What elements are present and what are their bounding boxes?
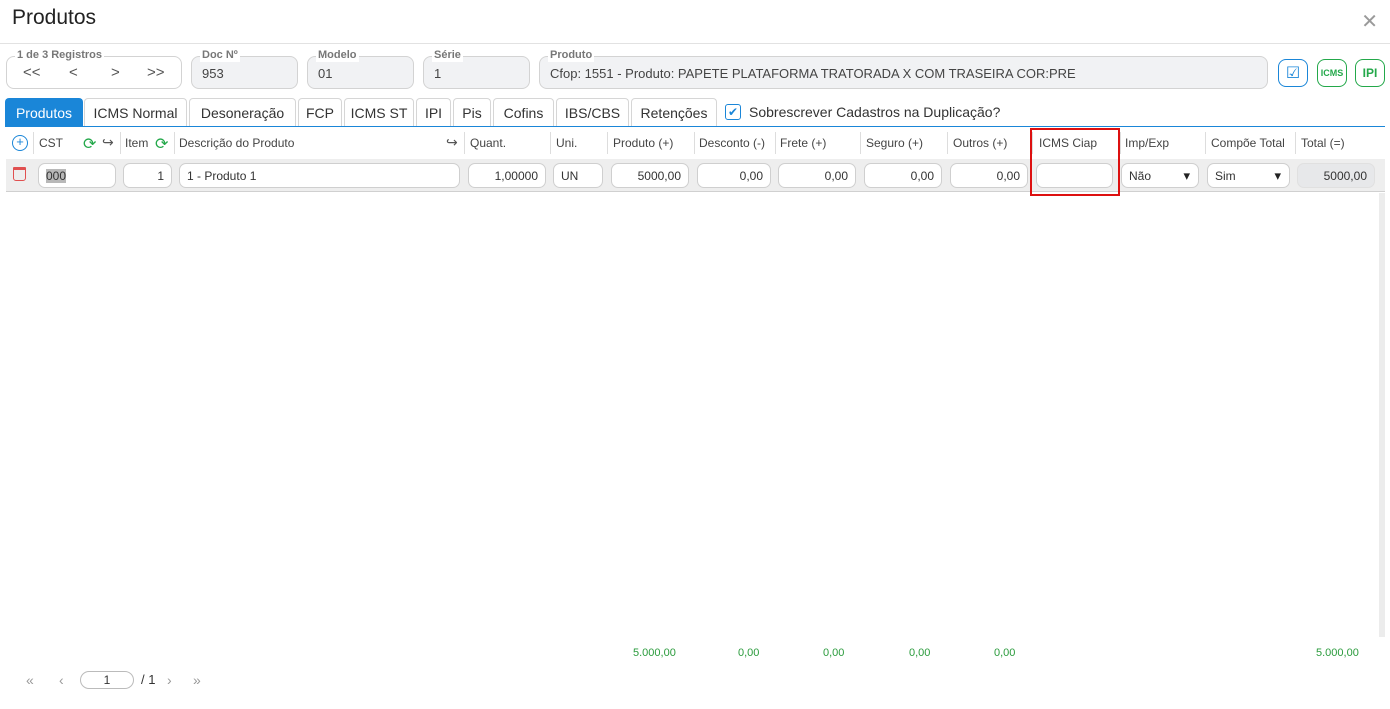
tab-icms-st[interactable]: ICMS ST — [344, 98, 414, 127]
close-icon[interactable]: ✕ — [1361, 9, 1378, 34]
tab-ipi[interactable]: IPI — [416, 98, 451, 127]
ipi-button[interactable]: IPI — [1355, 59, 1385, 87]
outros-input[interactable]: 0,00 — [950, 163, 1028, 188]
tab-retencoes[interactable]: Retenções — [631, 98, 717, 127]
tab-icms-normal[interactable]: ICMS Normal — [84, 98, 187, 127]
pager-total: / 1 — [141, 672, 156, 687]
descricao-input[interactable]: 1 - Produto 1 — [179, 163, 460, 188]
produto-field: Produto Cfop: 1551 - Produto: PAPETE PLA… — [539, 48, 1268, 89]
tab-pis[interactable]: Pis — [453, 98, 491, 127]
forward-icon[interactable]: ↪ — [102, 134, 114, 151]
modelo-value: 01 — [318, 66, 333, 81]
tab-fcp[interactable]: FCP — [298, 98, 342, 127]
ipi-button-label: IPI — [1362, 66, 1378, 80]
imp-exp-value: Não — [1129, 168, 1152, 183]
doc-label: Doc Nº — [200, 48, 240, 62]
col-total: Total (=) — [1301, 136, 1345, 150]
frete-input[interactable]: 0,00 — [778, 163, 856, 188]
header-divider — [0, 43, 1390, 44]
modelo-label: Modelo — [316, 48, 359, 62]
pager-next-icon[interactable]: › — [167, 672, 172, 688]
doc-field: Doc Nº 953 — [191, 48, 298, 89]
imp-exp-select[interactable]: Não — [1121, 163, 1199, 188]
forward-desc-icon[interactable]: ↪ — [446, 134, 458, 151]
total-desconto: 0,00 — [738, 647, 760, 659]
col-uni: Uni. — [556, 136, 578, 150]
total-produto: 5.000,00 — [633, 647, 676, 659]
cst-input[interactable]: 000 — [38, 163, 116, 188]
cst-value: 000 — [46, 168, 67, 183]
col-quant: Quant. — [470, 136, 507, 150]
serie-field: Série 1 — [423, 48, 530, 89]
desconto-input[interactable]: 0,00 — [697, 163, 771, 188]
modelo-field: Modelo 01 — [307, 48, 414, 89]
trash-icon[interactable] — [13, 167, 26, 181]
overwrite-label: Sobrescrever Cadastros na Duplicação? — [749, 104, 1001, 120]
refresh-icon[interactable]: ⟳ — [83, 134, 96, 154]
produto-value: Cfop: 1551 - Produto: PAPETE PLATAFORMA … — [550, 66, 1076, 81]
tab-underline — [5, 126, 1385, 127]
total-outros: 0,00 — [994, 647, 1016, 659]
seguro-input[interactable]: 0,00 — [864, 163, 942, 188]
col-descricao: Descrição do Produto — [179, 136, 295, 150]
total-frete: 0,00 — [823, 647, 845, 659]
serie-value: 1 — [434, 66, 442, 81]
next-record-button[interactable]: > — [111, 64, 120, 81]
doc-value: 953 — [202, 66, 224, 81]
icms-button[interactable]: ICMS — [1317, 59, 1347, 87]
uni-input[interactable]: UN — [553, 163, 603, 188]
col-seguro: Seguro (+) — [866, 136, 924, 150]
vertical-scrollbar[interactable] — [1379, 193, 1385, 637]
item-input[interactable]: 1 — [123, 163, 172, 188]
pager-first-icon[interactable]: « — [26, 672, 34, 688]
icms-ciap-highlight — [1030, 128, 1120, 196]
produto-input[interactable]: 5000,00 — [611, 163, 689, 188]
last-record-button[interactable]: >> — [147, 64, 165, 81]
col-frete: Frete (+) — [780, 136, 827, 150]
check-icon-button[interactable]: ☑ — [1278, 59, 1308, 87]
first-record-button[interactable]: << — [23, 64, 41, 81]
pager-page-input[interactable]: 1 — [80, 671, 134, 689]
col-cst: CST — [39, 136, 63, 150]
icms-button-label: ICMS — [1320, 68, 1344, 78]
page-title: Produtos — [12, 6, 97, 29]
compoe-total-select[interactable]: Sim — [1207, 163, 1290, 188]
compoe-total-value: Sim — [1215, 168, 1236, 183]
pager-last-icon[interactable]: » — [193, 672, 201, 688]
serie-label: Série — [432, 48, 463, 62]
records-count: 1 de 3 Registros — [15, 48, 104, 62]
tab-ibs-cbs[interactable]: IBS/CBS — [556, 98, 629, 127]
total-geral: 5.000,00 — [1316, 647, 1359, 659]
prev-record-button[interactable]: < — [69, 64, 78, 81]
records-navigator: 1 de 3 Registros << < > >> — [6, 48, 182, 89]
tab-produtos[interactable]: Produtos — [5, 98, 83, 127]
tab-cofins[interactable]: Cofins — [493, 98, 554, 127]
total-value: 5000,00 — [1297, 163, 1375, 188]
total-seguro: 0,00 — [909, 647, 931, 659]
overwrite-checkbox[interactable]: ✔ — [725, 104, 741, 120]
refresh-item-icon[interactable]: ⟳ — [155, 134, 168, 154]
col-compoe-total: Compõe Total — [1211, 136, 1285, 150]
col-imp-exp: Imp/Exp — [1125, 136, 1170, 150]
tab-desoneracao[interactable]: Desoneração — [189, 98, 296, 127]
quant-input[interactable]: 1,00000 — [468, 163, 546, 188]
col-desconto: Desconto (-) — [699, 136, 766, 150]
col-outros: Outros (+) — [953, 136, 1008, 150]
col-item: Item — [125, 136, 149, 150]
col-produto: Produto (+) — [613, 136, 674, 150]
produto-label: Produto — [548, 48, 595, 62]
pager-prev-icon[interactable]: ‹ — [59, 672, 64, 688]
add-row-icon[interactable]: + — [12, 135, 28, 151]
